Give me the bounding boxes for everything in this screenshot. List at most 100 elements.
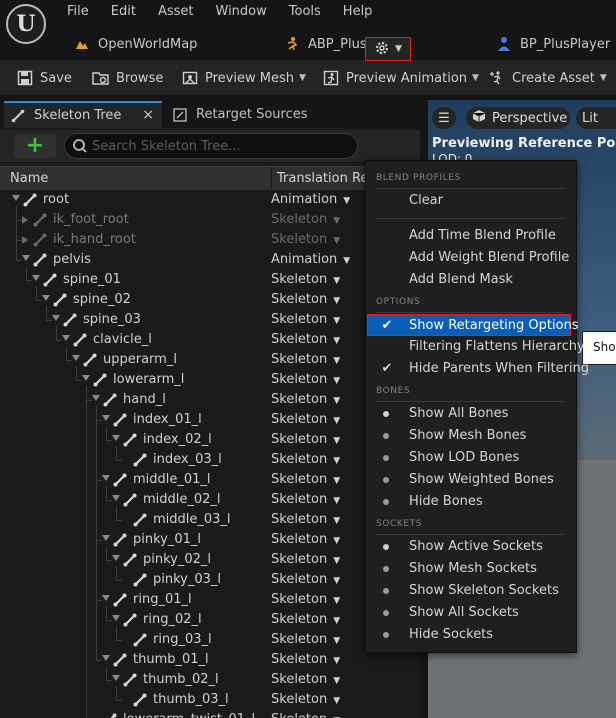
tree-row[interactable]: middle_01_l Skeleton ▼ — [0, 470, 405, 490]
viewport-menu-button[interactable]: ☰ — [432, 107, 456, 129]
tree-row[interactable]: thumb_02_l Skeleton ▼ — [0, 670, 405, 690]
menu-item-add-blend-mask[interactable]: Add Blend Mask — [368, 269, 574, 291]
tree-row[interactable]: index_01_l Skeleton ▼ — [0, 410, 405, 430]
menu-item-show-all-bones[interactable]: Show All Bones — [368, 403, 574, 425]
translation-retargeting-dropdown[interactable]: Skeleton▼ — [271, 330, 340, 350]
menu-item-show-weighted-bones[interactable]: Show Weighted Bones — [368, 469, 574, 491]
menu-help[interactable]: Help — [343, 3, 373, 21]
tree-row[interactable]: clavicle_l Skeleton ▼ — [0, 330, 405, 350]
collapsed-arrow-icon[interactable] — [22, 216, 28, 224]
expand-arrow-icon[interactable] — [62, 335, 70, 341]
translation-retargeting-dropdown[interactable]: Skeleton▼ — [271, 310, 340, 330]
menu-item-hide-bones[interactable]: Hide Bones — [368, 491, 574, 513]
menu-tools[interactable]: Tools — [289, 3, 321, 21]
expand-arrow-icon[interactable] — [92, 395, 100, 401]
menu-window[interactable]: Window — [216, 3, 267, 21]
tree-row[interactable]: ring_01_l Skeleton ▼ — [0, 590, 405, 610]
preview-animation-button[interactable]: Preview Animation ▼ — [322, 60, 479, 96]
tree-row[interactable]: lowerarm_twist_01_l Skeleton▼ — [0, 710, 405, 718]
tree-row[interactable]: upperarm_l Skeleton ▼ — [0, 350, 405, 370]
translation-retargeting-dropdown[interactable]: Skeleton▼ — [271, 550, 340, 570]
translation-retargeting-dropdown[interactable]: Skeleton▼ — [271, 410, 340, 430]
lit-button[interactable]: Lit — [576, 107, 616, 129]
menu-asset[interactable]: Asset — [158, 3, 194, 21]
tree-row[interactable]: pinky_01_l Skeleton ▼ — [0, 530, 405, 550]
translation-retargeting-dropdown[interactable]: Skeleton▼ — [271, 350, 340, 370]
expand-arrow-icon[interactable] — [102, 655, 110, 661]
menu-item-show-mesh-bones[interactable]: Show Mesh Bones — [368, 425, 574, 447]
menu-file[interactable]: File — [67, 3, 89, 21]
translation-retargeting-dropdown[interactable]: Skeleton▼ — [271, 270, 340, 290]
translation-retargeting-dropdown[interactable]: Skeleton▼ — [271, 670, 340, 690]
menu-item-add-weight-blend-profile[interactable]: Add Weight Blend Profile — [368, 247, 574, 269]
expand-arrow-icon[interactable] — [22, 255, 30, 261]
tree-row[interactable]: ring_03_l Skeleton ▼ — [0, 630, 405, 650]
tree-row[interactable]: pinky_03_l Skeleton ▼ — [0, 570, 405, 590]
translation-retargeting-dropdown[interactable]: Animation ▼ — [271, 250, 350, 270]
menu-item-show-retargeting-options[interactable]: ✔ Show Retargeting Options — [367, 314, 579, 336]
tree-row[interactable]: index_02_l Skeleton ▼ — [0, 430, 405, 450]
add-button[interactable]: + — [14, 134, 56, 158]
expand-arrow-icon[interactable] — [112, 555, 120, 561]
translation-retargeting-dropdown[interactable]: Skeleton▼ — [271, 390, 340, 410]
menu-item-show-lod-bones[interactable]: Show LOD Bones — [368, 447, 574, 469]
tree-row[interactable]: ik_hand_root Skeleton ▼ — [0, 230, 405, 250]
translation-retargeting-dropdown[interactable]: Skeleton▼ — [271, 470, 340, 490]
tree-row[interactable]: ring_02_l Skeleton ▼ — [0, 610, 405, 630]
translation-retargeting-dropdown[interactable]: Animation ▼ — [271, 190, 350, 210]
collapsed-arrow-icon[interactable] — [22, 236, 28, 244]
asset-tab-bp-plusplayer[interactable]: BP_PlusPlayer — [496, 33, 610, 55]
translation-retargeting-dropdown[interactable]: Skeleton▼ — [271, 650, 340, 670]
expand-arrow-icon[interactable] — [102, 475, 110, 481]
create-asset-button[interactable]: Create Asset ▼ — [488, 60, 607, 96]
translation-retargeting-dropdown[interactable]: Skeleton▼ — [271, 610, 340, 630]
tree-row[interactable]: hand_l Skeleton ▼ — [0, 390, 405, 410]
menu-item-clear[interactable]: Clear — [368, 190, 574, 212]
translation-retargeting-dropdown[interactable]: Skeleton▼ — [271, 590, 340, 610]
menu-item-hide-parents-when-filtering[interactable]: ✔ Hide Parents When Filtering — [368, 358, 590, 380]
translation-retargeting-dropdown[interactable]: Skeleton▼ — [271, 530, 340, 550]
translation-retargeting-dropdown[interactable]: Skeleton▼ — [271, 430, 340, 450]
translation-retargeting-dropdown[interactable]: Skeleton▼ — [271, 210, 340, 230]
menu-item-show-mesh-sockets[interactable]: Show Mesh Sockets — [368, 558, 574, 580]
menu-item-show-skeleton-sockets[interactable]: Show Skeleton Sockets — [368, 580, 574, 602]
translation-retargeting-dropdown[interactable]: Skeleton▼ — [271, 370, 340, 390]
translation-retargeting-dropdown[interactable]: Skeleton▼ — [271, 690, 340, 710]
expand-arrow-icon[interactable] — [112, 495, 120, 501]
menu-edit[interactable]: Edit — [111, 3, 136, 21]
tree-row[interactable]: thumb_03_l Skeleton ▼ — [0, 690, 405, 710]
expand-arrow-icon[interactable] — [112, 435, 120, 441]
menu-item-add-time-blend-profile[interactable]: Add Time Blend Profile — [368, 225, 574, 247]
asset-tab-openworldmap[interactable]: OpenWorldMap — [74, 33, 197, 55]
search-input[interactable] — [92, 137, 352, 155]
translation-retargeting-dropdown[interactable]: Skeleton▼ — [271, 570, 340, 590]
tree-row[interactable]: pelvis Animation ▼ — [0, 250, 405, 270]
expand-arrow-icon[interactable] — [102, 415, 110, 421]
perspective-button[interactable]: Perspective — [466, 107, 570, 129]
tab-skeleton-tree[interactable]: Skeleton Tree × — [4, 101, 162, 128]
translation-retargeting-dropdown[interactable]: Skeleton▼ — [271, 450, 340, 470]
expand-arrow-icon[interactable] — [102, 595, 110, 601]
tree-row[interactable]: root Animation ▼ — [0, 190, 405, 210]
tree-row[interactable]: lowerarm_l Skeleton ▼ — [0, 370, 405, 390]
translation-retargeting-dropdown[interactable]: Skeleton▼ — [271, 490, 340, 510]
expand-arrow-icon[interactable] — [32, 275, 40, 281]
expand-arrow-icon[interactable] — [112, 615, 120, 621]
expand-arrow-icon[interactable] — [12, 195, 20, 201]
expand-arrow-icon[interactable] — [72, 355, 80, 361]
tree-row[interactable]: spine_02 Skeleton ▼ — [0, 290, 405, 310]
expand-arrow-icon[interactable] — [52, 315, 60, 321]
translation-retargeting-dropdown[interactable]: Skeleton▼ — [271, 710, 340, 718]
expand-arrow-icon[interactable] — [42, 295, 50, 301]
save-button[interactable]: Save — [16, 60, 72, 96]
tree-row[interactable]: index_03_l Skeleton ▼ — [0, 450, 405, 470]
translation-retargeting-dropdown[interactable]: Skeleton▼ — [271, 630, 340, 650]
menu-item-filtering-flattens-hierarchy[interactable]: Filtering Flattens Hierarchy — [368, 336, 585, 358]
tree-row[interactable]: ik_foot_root Skeleton ▼ — [0, 210, 405, 230]
translation-retargeting-dropdown[interactable]: Skeleton▼ — [271, 510, 340, 530]
column-header-translation-retargeting[interactable]: Translation Retargeting — [271, 167, 371, 191]
expand-arrow-icon[interactable] — [82, 375, 90, 381]
tree-row[interactable]: spine_03 Skeleton ▼ — [0, 310, 405, 330]
menu-item-show-all-sockets[interactable]: Show All Sockets — [368, 602, 574, 624]
tab-retarget-sources[interactable]: Retarget Sources — [166, 101, 326, 128]
